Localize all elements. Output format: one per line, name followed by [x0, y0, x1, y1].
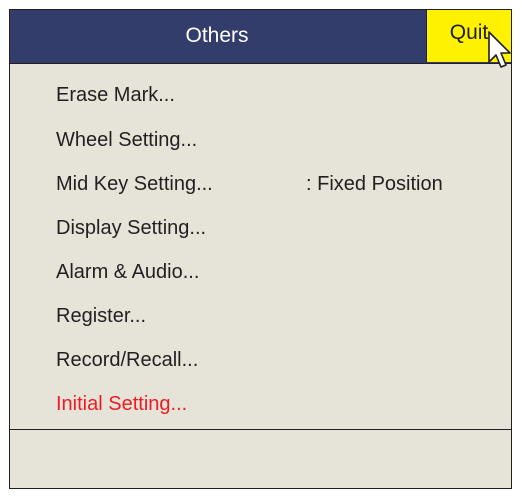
mouse-pointer-icon: [488, 31, 511, 68]
menu-item-mid-key-setting[interactable]: Mid Key Setting...: [56, 171, 213, 197]
menu-item-alarm-audio[interactable]: Alarm & Audio...: [56, 259, 199, 285]
others-menu-window: Others Quit Erase Mark... Wheel Setting.…: [9, 9, 512, 489]
window-title: Others: [185, 24, 249, 47]
title-bar: Others Quit: [10, 10, 511, 64]
mid-key-setting-value: : Fixed Position: [306, 173, 443, 195]
menu-item-record-recall[interactable]: Record/Recall...: [56, 347, 198, 373]
menu-list: Erase Mark... Wheel Setting... Mid Key S…: [10, 64, 511, 429]
menu-item-wheel-setting[interactable]: Wheel Setting...: [56, 127, 197, 153]
menu-item-display-setting[interactable]: Display Setting...: [56, 215, 206, 241]
status-divider: [10, 429, 511, 430]
menu-item-erase-mark[interactable]: Erase Mark...: [56, 82, 175, 108]
menu-item-initial-setting[interactable]: Initial Setting...: [56, 391, 187, 417]
menu-item-register[interactable]: Register...: [56, 303, 146, 329]
status-bar: [10, 431, 511, 487]
